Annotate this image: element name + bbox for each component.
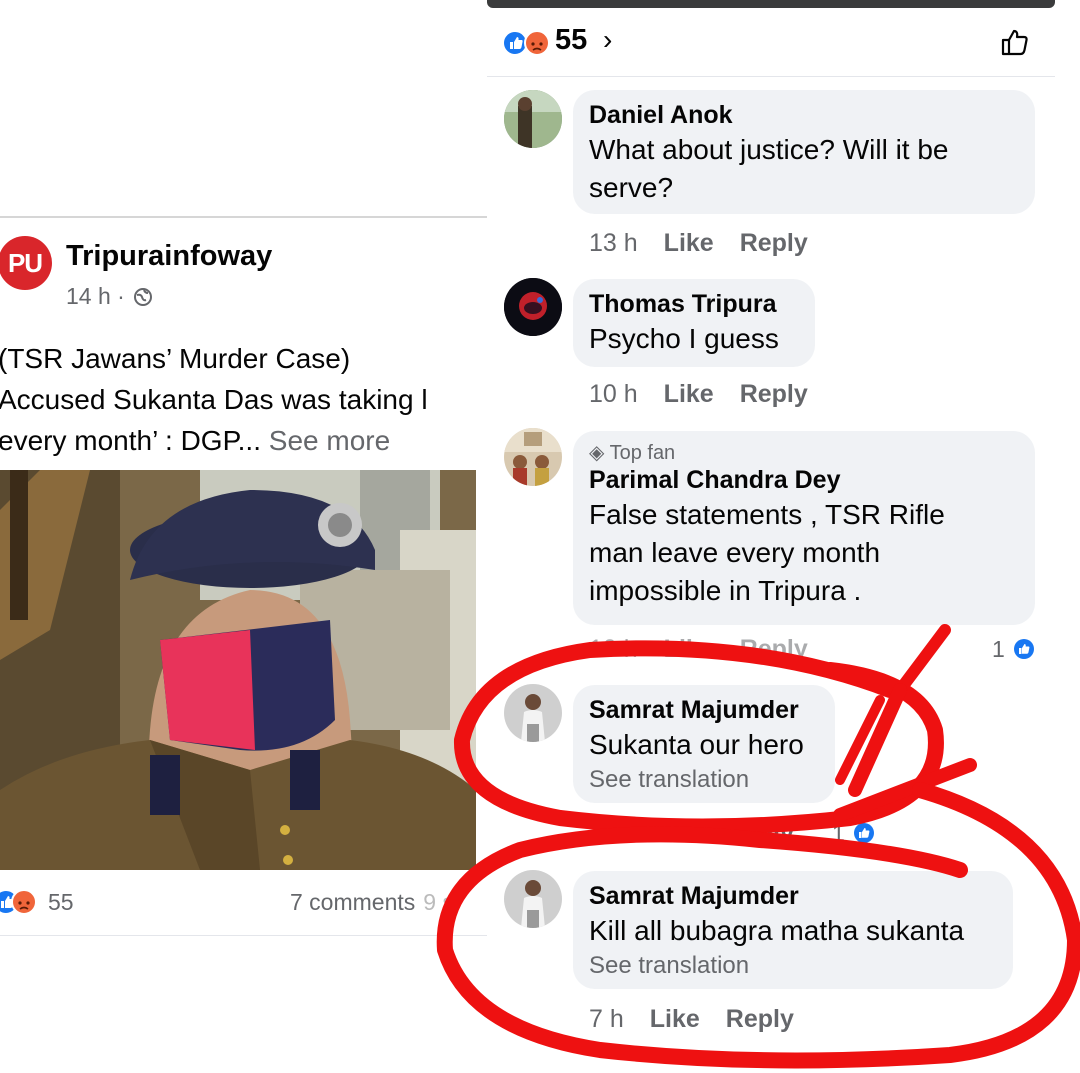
like-button[interactable]: Like — [650, 1005, 700, 1033]
comment-bubble: Thomas Tripura Psycho I guess — [573, 279, 815, 367]
reaction-count[interactable]: 55 — [48, 889, 74, 916]
reply-button[interactable]: Reply — [740, 229, 808, 257]
like-button[interactable]: Like — [664, 380, 714, 408]
post-time[interactable]: 14 h — [66, 283, 111, 309]
comment-bubble: Samrat Majumder Kill all bubagra matha s… — [573, 871, 1013, 989]
comment-reaction-number: 1 — [992, 636, 1005, 662]
like-button[interactable]: Like — [650, 820, 700, 848]
post-footer: 55 7 comments 9 s — [0, 885, 487, 925]
post-text-line: (TSR Jawans’ Murder Case) — [0, 343, 351, 374]
post-text-line-3: every month’ : DGP... — [0, 425, 261, 456]
top-fan-badge: ◈ Top fan — [589, 441, 1019, 465]
post-text-line: Accused Sukanta Das was taking l — [0, 384, 428, 415]
avatar[interactable] — [504, 428, 562, 486]
post-photo[interactable] — [0, 470, 476, 870]
commenter-name[interactable]: Samrat Majumder — [589, 695, 819, 726]
post-panel: PU Tripurainfoway 14 h · (TSR Jawans’ Mu… — [0, 0, 487, 1073]
comment-actions: 7 h Like Reply — [589, 1005, 820, 1034]
reaction-count[interactable]: 55 — [555, 24, 587, 57]
comment-actions: 10 h Like Reply — [589, 635, 834, 664]
commenter-name[interactable]: Parimal Chandra Dey — [589, 465, 1019, 496]
reply-button[interactable]: Reply — [740, 635, 808, 663]
comment-time[interactable]: 10 h — [589, 635, 638, 663]
post-text-line: every month’ : DGP... See more — [0, 420, 487, 461]
window-top-bar — [487, 0, 1055, 8]
comment-time[interactable]: 7 h — [589, 820, 624, 848]
like-reaction-icon — [1014, 639, 1035, 659]
commenter-name[interactable]: Samrat Majumder — [589, 881, 997, 912]
comment-reaction-number: 1 — [832, 820, 845, 846]
shares-fragment: 9 s — [423, 889, 454, 915]
comment-text: What about justice? Will it be — [589, 134, 949, 165]
comment-actions: 7 h Like Reply — [589, 820, 820, 849]
avatar[interactable] — [504, 684, 562, 742]
comment-actions: 13 h Like Reply — [589, 229, 834, 258]
comment-time[interactable]: 10 h — [589, 380, 638, 408]
avatar[interactable] — [504, 278, 562, 336]
comment-reaction-count[interactable]: 1 — [832, 820, 875, 847]
chevron-right-icon[interactable]: › — [603, 24, 612, 56]
comment-text: Kill all bubagra matha sukanta — [589, 915, 965, 946]
logo-text: PU — [7, 248, 43, 278]
comment-bubble: Samrat Majumder Sukanta our hero See tra… — [573, 685, 835, 803]
reactions-header: 55 › — [487, 18, 1055, 74]
officer-photo-illustration — [0, 470, 476, 870]
see-more-link[interactable]: See more — [269, 425, 390, 456]
divider — [0, 935, 487, 936]
commenter-name[interactable]: Daniel Anok — [589, 100, 1019, 131]
see-translation-link[interactable]: See translation — [589, 764, 819, 796]
post-text: (TSR Jawans’ Murder Case) Accused Sukant… — [0, 338, 487, 461]
comments-count-text: 7 comments — [290, 889, 416, 915]
divider — [487, 76, 1055, 77]
comments-panel: 55 › Daniel Anok What about justice? Wil… — [487, 0, 1080, 1073]
reply-button[interactable]: Reply — [740, 380, 808, 408]
top-fan-label: Top fan — [609, 442, 676, 464]
reaction-icons[interactable] — [0, 887, 38, 917]
comment-actions: 10 h Like Reply — [589, 380, 834, 409]
comments-count[interactable]: 7 comments 9 s — [290, 889, 454, 916]
comment-time[interactable]: 13 h — [589, 229, 638, 257]
like-reaction-icon — [854, 823, 875, 843]
reaction-icons[interactable] — [501, 28, 555, 58]
page-logo[interactable]: PU — [0, 236, 52, 290]
page-name[interactable]: Tripurainfoway — [66, 240, 272, 273]
reply-button[interactable]: Reply — [726, 820, 794, 848]
comment-bubble: ◈ Top fan Parimal Chandra Dey False stat… — [573, 431, 1035, 625]
see-translation-link[interactable]: See translation — [589, 950, 997, 982]
comment-bubble: Daniel Anok What about justice? Will it … — [573, 90, 1035, 214]
like-button[interactable]: Like — [664, 229, 714, 257]
commenter-name[interactable]: Thomas Tripura — [589, 289, 799, 320]
comment-text: Sukanta our hero — [589, 729, 804, 760]
comment-time[interactable]: 7 h — [589, 1005, 624, 1033]
avatar[interactable] — [504, 90, 562, 148]
like-button[interactable]: Like — [664, 635, 714, 663]
comment-text: Psycho I guess — [589, 323, 779, 354]
globe-icon — [134, 288, 153, 306]
comment-text: False statements , TSR Rifle — [589, 499, 945, 530]
comment-reaction-count[interactable]: 1 — [992, 636, 1035, 663]
post-meta: 14 h · — [66, 283, 153, 310]
meta-separator: · — [117, 283, 125, 309]
reply-button[interactable]: Reply — [726, 1005, 794, 1033]
top-fan-badge-icon: ◈ — [589, 442, 610, 464]
comment-text: serve? — [589, 172, 674, 203]
comment-text: man leave every month — [589, 537, 881, 568]
divider — [0, 216, 487, 218]
thumbs-up-outline-icon[interactable] — [999, 26, 1031, 58]
avatar[interactable] — [504, 870, 562, 928]
comment-text: impossible in Tripura . — [589, 575, 862, 606]
